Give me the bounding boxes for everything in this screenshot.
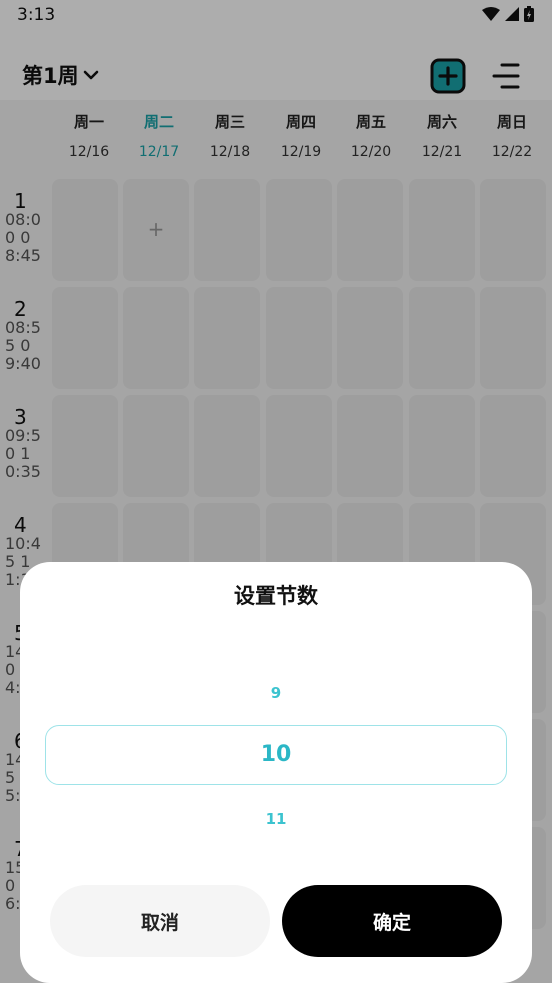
- picker-option-next[interactable]: 11: [20, 810, 532, 828]
- confirm-button[interactable]: 确定: [282, 885, 502, 957]
- picker-option-selected[interactable]: 10: [20, 742, 532, 767]
- cancel-button[interactable]: 取消: [50, 885, 270, 957]
- dialog-title: 设置节数: [234, 584, 318, 608]
- picker-option-prev[interactable]: 9: [20, 684, 532, 702]
- set-periods-dialog: 设置节数 9 10 11 取消 确定: [20, 562, 532, 983]
